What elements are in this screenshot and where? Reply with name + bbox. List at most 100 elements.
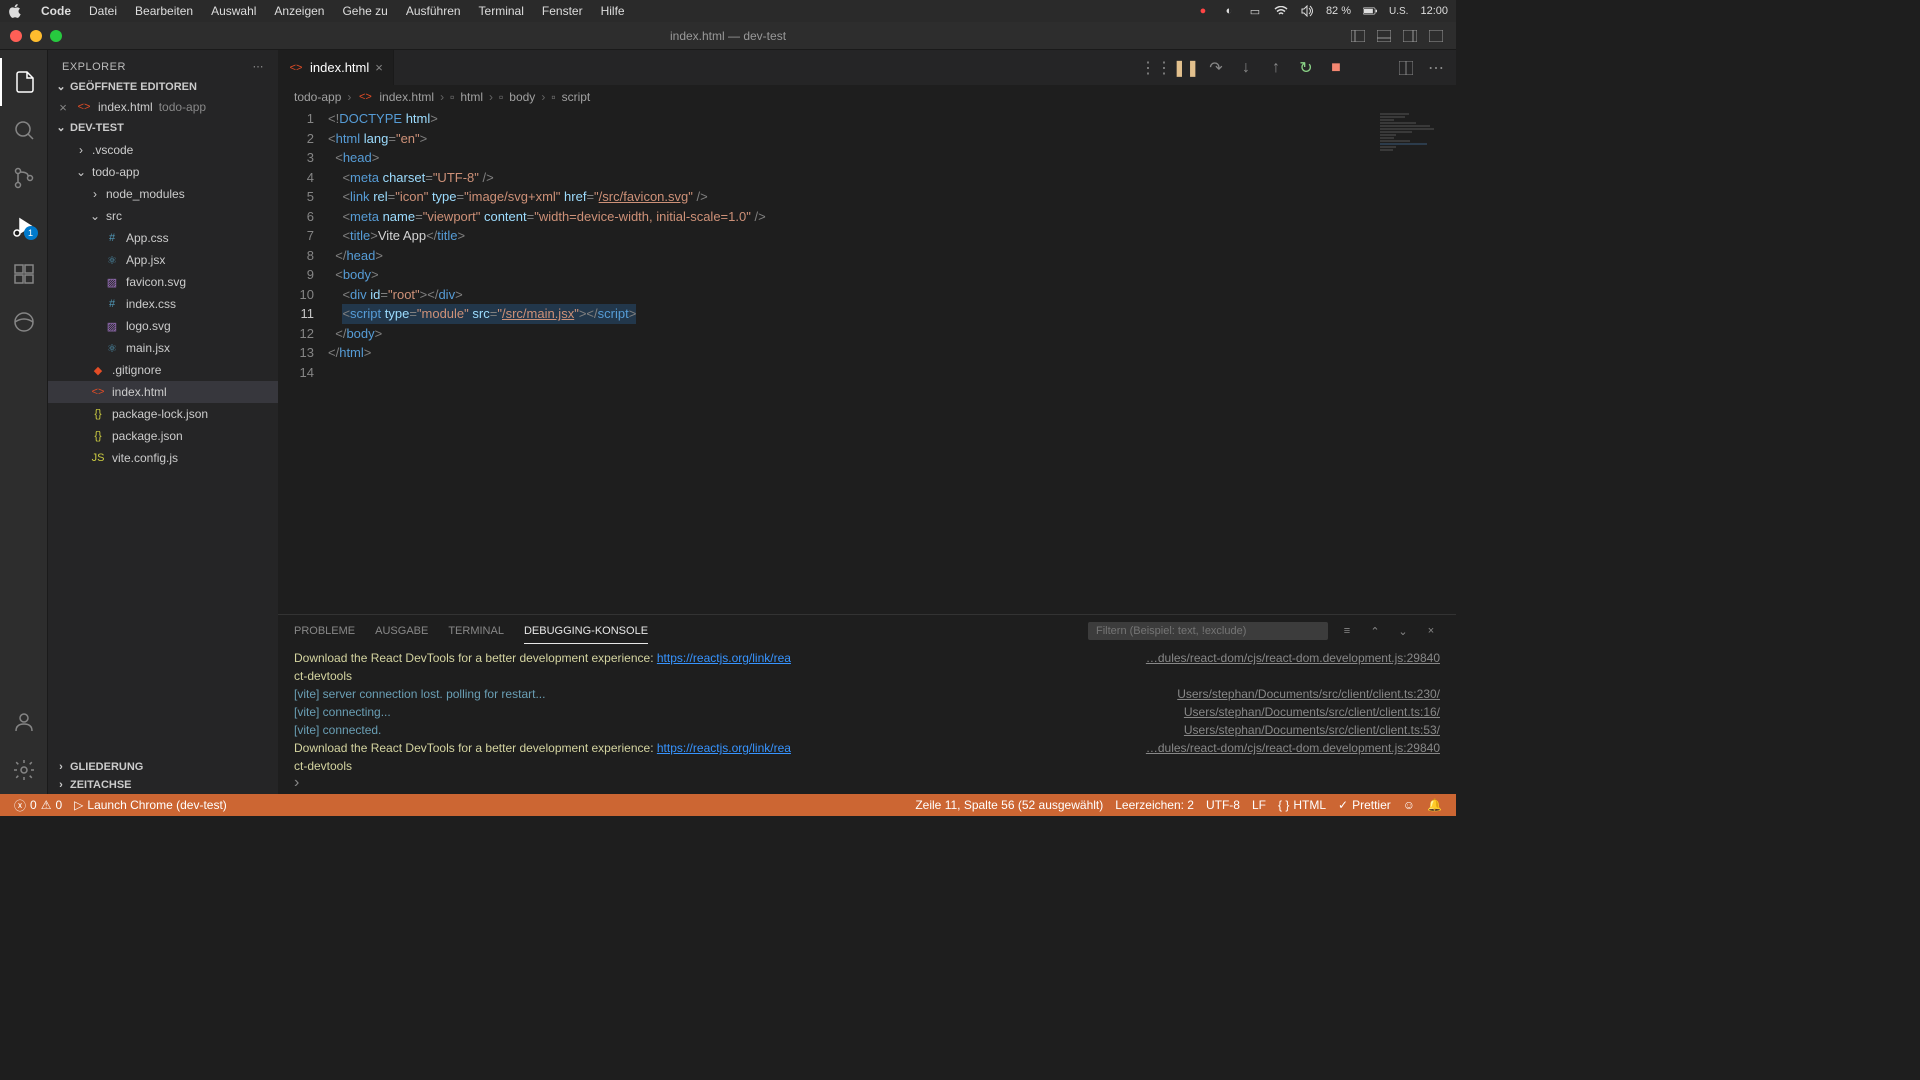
minimap[interactable] [1376, 109, 1456, 209]
menu-edit[interactable]: Bearbeiten [126, 4, 202, 18]
file-indexcss[interactable]: #index.css [48, 293, 278, 315]
menu-terminal[interactable]: Terminal [470, 4, 533, 18]
explorer-more-icon[interactable]: ⋯ [253, 60, 265, 73]
minimize-window-button[interactable] [30, 30, 42, 42]
source-control-icon[interactable] [0, 154, 48, 202]
explorer-sidebar: EXPLORER ⋯ ⌄ GEÖFFNETE EDITOREN × <> ind… [48, 50, 278, 794]
app-name[interactable]: Code [32, 4, 80, 18]
layout-sidebar-left-icon[interactable] [1348, 28, 1368, 44]
file-favicon[interactable]: ▨favicon.svg [48, 271, 278, 293]
traffic-lights [0, 30, 62, 42]
battery-icon [1363, 4, 1377, 18]
extensions-icon[interactable] [0, 250, 48, 298]
json-file-icon: {} [90, 406, 106, 422]
maximize-panel-icon[interactable]: ⌄ [1394, 622, 1412, 640]
open-editors-section[interactable]: ⌄ GEÖFFNETE EDITOREN [48, 77, 278, 96]
account-icon[interactable] [0, 698, 48, 746]
open-editor-item[interactable]: × <> index.html todo-app [48, 96, 278, 118]
maximize-window-button[interactable] [50, 30, 62, 42]
status-encoding[interactable]: UTF-8 [1200, 798, 1246, 812]
css-file-icon: # [104, 296, 120, 312]
panel-tab-output[interactable]: AUSGABE [375, 619, 428, 643]
status-language[interactable]: { }HTML [1272, 798, 1332, 812]
status-feedback-icon[interactable]: ☺ [1397, 798, 1421, 812]
panel-tab-problems[interactable]: PROBLEME [294, 619, 355, 643]
layout-sidebar-right-icon[interactable] [1400, 28, 1420, 44]
status-cursor-position[interactable]: Zeile 11, Spalte 56 (52 ausgewählt) [909, 798, 1109, 812]
menu-selection[interactable]: Auswahl [202, 4, 265, 18]
debug-restart-icon[interactable]: ↻ [1296, 58, 1316, 78]
close-editor-icon[interactable]: × [56, 100, 70, 115]
file-viteconfig[interactable]: JSvite.config.js [48, 447, 278, 469]
folder-todoapp[interactable]: ⌄todo-app [48, 161, 278, 183]
debug-pause-icon[interactable]: ❚❚ [1176, 58, 1196, 78]
file-appjsx[interactable]: ⚛App.jsx [48, 249, 278, 271]
menu-go[interactable]: Gehe zu [333, 4, 396, 18]
code-editor[interactable]: 1 2 3 4 5 6 7 8 9 10 11 12 13 14 <!DOCTY… [278, 109, 1456, 614]
timeline-section[interactable]: ›ZEITACHSE [48, 776, 278, 794]
close-panel-icon[interactable]: × [1422, 622, 1440, 640]
filter-icon[interactable]: ≡ [1338, 622, 1356, 640]
tab-indexhtml[interactable]: <> index.html × [278, 50, 394, 85]
file-pkglock[interactable]: {}package-lock.json [48, 403, 278, 425]
panel-tab-debug-console[interactable]: DEBUGGING-KONSOLE [524, 619, 648, 644]
status-prettier[interactable]: ✓Prettier [1332, 798, 1397, 812]
debug-toolbar-grip-icon[interactable]: ⋮⋮ [1146, 58, 1166, 78]
menu-run[interactable]: Ausführen [397, 4, 470, 18]
menu-window[interactable]: Fenster [533, 4, 592, 18]
file-appcss[interactable]: #App.css [48, 227, 278, 249]
display-icon[interactable]: ▭ [1248, 4, 1262, 18]
wifi-icon[interactable] [1274, 4, 1288, 18]
more-actions-icon[interactable]: ⋯ [1426, 58, 1446, 78]
folder-src[interactable]: ⌄src [48, 205, 278, 227]
collapse-panel-icon[interactable]: ⌃ [1366, 622, 1384, 640]
panel-tab-terminal[interactable]: TERMINAL [448, 619, 504, 643]
run-debug-icon[interactable]: 1 [0, 202, 48, 250]
outline-section[interactable]: ›GLIEDERUNG [48, 758, 278, 776]
debug-stop-icon[interactable]: ■ [1326, 58, 1346, 78]
debug-stepout-icon[interactable]: ↑ [1266, 58, 1286, 78]
menu-help[interactable]: Hilfe [592, 4, 634, 18]
layout-fullscreen-icon[interactable] [1426, 28, 1446, 44]
file-logosvg[interactable]: ▨logo.svg [48, 315, 278, 337]
input-source[interactable]: U.S. [1389, 6, 1408, 17]
debug-console[interactable]: Download the React DevTools for a better… [278, 647, 1456, 772]
console-prompt-icon[interactable]: › [278, 772, 1456, 794]
volume-icon[interactable] [1300, 4, 1314, 18]
layout-panel-icon[interactable] [1374, 28, 1394, 44]
menubar-status: ● ◐ ▭ 82 % U.S. 12:00 [1196, 4, 1448, 18]
status-eol[interactable]: LF [1246, 798, 1272, 812]
folder-vscode[interactable]: ›.vscode [48, 139, 278, 161]
menu-view[interactable]: Anzeigen [265, 4, 333, 18]
explorer-icon[interactable] [0, 58, 48, 106]
clock[interactable]: 12:00 [1420, 5, 1448, 17]
file-mainjsx[interactable]: ⚛main.jsx [48, 337, 278, 359]
sync-icon[interactable]: ◐ [1222, 4, 1236, 18]
code-content[interactable]: <!DOCTYPE html> <html lang="en"> <head> … [328, 109, 1456, 614]
debug-stepover-icon[interactable]: ↷ [1206, 58, 1226, 78]
status-bell-icon[interactable]: 🔔 [1421, 798, 1448, 812]
split-editor-icon[interactable] [1396, 58, 1416, 78]
apple-logo-icon [8, 4, 22, 18]
status-indentation[interactable]: Leerzeichen: 2 [1109, 798, 1200, 812]
file-indexhtml[interactable]: <>index.html [48, 381, 278, 403]
chevron-right-icon: › [90, 187, 100, 201]
file-gitignore[interactable]: ◆.gitignore [48, 359, 278, 381]
search-icon[interactable] [0, 106, 48, 154]
console-filter-input[interactable] [1088, 622, 1328, 640]
debug-stepinto-icon[interactable]: ↓ [1236, 58, 1256, 78]
settings-gear-icon[interactable] [0, 746, 48, 794]
menu-file[interactable]: Datei [80, 4, 126, 18]
edge-icon[interactable] [0, 298, 48, 346]
workspace-section[interactable]: ⌄ DEV-TEST [48, 118, 278, 137]
status-launch-config[interactable]: ▷Launch Chrome (dev-test) [68, 798, 233, 812]
record-icon[interactable]: ● [1196, 4, 1210, 18]
folder-node-modules[interactable]: ›node_modules [48, 183, 278, 205]
breadcrumb[interactable]: todo-app› <>index.html› ▫html› ▫body› ▫s… [278, 85, 1456, 109]
bottom-panel: PROBLEME AUSGABE TERMINAL DEBUGGING-KONS… [278, 614, 1456, 794]
close-window-button[interactable] [10, 30, 22, 42]
status-errors[interactable]: ⓧ0 ⚠0 [8, 797, 68, 814]
file-pkg[interactable]: {}package.json [48, 425, 278, 447]
close-tab-icon[interactable]: × [375, 60, 383, 75]
battery-percent[interactable]: 82 % [1326, 5, 1351, 17]
